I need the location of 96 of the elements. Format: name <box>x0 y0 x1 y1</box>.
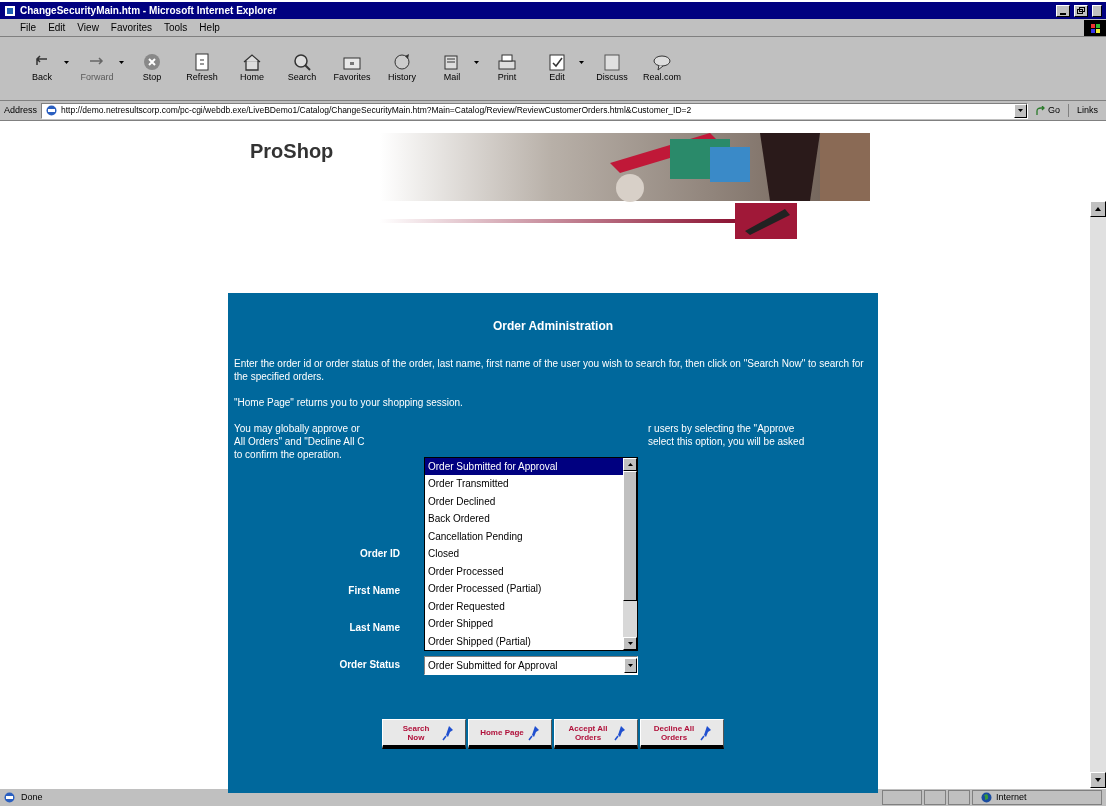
image-button[interactable]: Decline All Orders <box>640 719 724 749</box>
menu-item[interactable]: View <box>77 20 99 35</box>
scroll-down-button[interactable] <box>623 637 637 650</box>
toolbar-button[interactable]: Stop <box>130 52 174 85</box>
caret-icon <box>627 642 633 645</box>
image-button[interactable]: Accept All Orders <box>554 719 638 749</box>
toolbar-button[interactable]: Mail <box>430 52 474 85</box>
dropdown-option[interactable]: Order Declined <box>425 492 623 511</box>
scrollbar[interactable] <box>623 458 637 650</box>
caret-icon[interactable] <box>579 61 584 65</box>
toolbar-button[interactable]: Search <box>280 52 324 85</box>
caret-icon <box>1017 109 1023 112</box>
toolbar-button[interactable]: Print <box>485 52 529 85</box>
pushpin-icon <box>442 724 454 741</box>
field-label: First Name <box>348 585 400 596</box>
toolbar-button[interactable]: Real.com <box>640 52 684 85</box>
edit-icon <box>546 52 568 71</box>
dropdown-option[interactable]: Order Processed (Partial) <box>425 580 623 598</box>
dropdown-option[interactable]: Order Processed <box>425 562 623 581</box>
instructions-text: Enter the order id or order status of the order, last name, first name of the user you wish to search for, then click on "Search Now" to search for the specified orders. <box>234 357 864 383</box>
toolbar-button[interactable]: Back <box>20 52 64 85</box>
pushpin-icon <box>528 724 540 741</box>
minimize-icon <box>1060 12 1066 16</box>
dropdown-option[interactable]: Back Ordered <box>425 510 623 528</box>
instructions-text: All Orders" and "Decline All C <box>234 435 366 448</box>
dropdown-button[interactable] <box>624 658 637 673</box>
logo-text: ProShop <box>250 139 334 164</box>
security-zone-text: Internet <box>996 790 1027 804</box>
restore-icon <box>1077 7 1085 14</box>
links-button[interactable]: Links <box>1068 103 1102 118</box>
status-text: Done <box>20 790 44 804</box>
caret-icon[interactable] <box>64 61 69 65</box>
scroll-up-button[interactable] <box>1090 201 1106 217</box>
browser-icon <box>4 4 16 17</box>
dropdown-option[interactable]: Order Shipped <box>425 615 623 633</box>
home-icon <box>241 52 263 71</box>
status-pane <box>882 790 922 805</box>
caret-icon <box>1095 207 1101 211</box>
stop-icon <box>141 52 163 71</box>
instructions-text: You may globally approve or <box>234 422 361 435</box>
instructions-text: to confirm the operation. <box>234 448 343 461</box>
pushpin-icon <box>700 724 712 741</box>
dropdown-button[interactable] <box>1013 103 1027 118</box>
menu-item[interactable]: Tools <box>164 20 188 35</box>
toolbar-button[interactable]: History <box>380 52 424 85</box>
pushpin-icon <box>614 724 626 741</box>
field-label: Last Name <box>349 622 400 633</box>
menu-item[interactable]: Help <box>199 20 220 35</box>
address-field[interactable]: http://demo.netresultscorp.com/pc-cgi/webdb.exe/LiveBDemo1/Catalog/ChangeSecurityMain.htm?Main=Catalog/Review/ReviewCustomerOrders.html&Customer_ID=2 <box>41 102 1028 119</box>
dropdown-option[interactable]: Order Submitted for Approval <box>425 458 623 476</box>
menu-item[interactable]: Favorites <box>110 20 152 35</box>
window-title: ChangeSecurityMain.htm - Microsoft Internet Explorer <box>20 4 278 18</box>
globe-icon <box>981 792 992 803</box>
close-button[interactable] <box>1092 4 1102 17</box>
globe-icon <box>391 52 413 71</box>
address-label: Address <box>4 103 38 117</box>
caret-icon <box>627 463 633 466</box>
document-icon <box>601 52 623 71</box>
dropdown-option[interactable]: Order Requested <box>425 597 623 616</box>
menu-item[interactable]: File <box>20 20 37 35</box>
scroll-down-button[interactable] <box>1090 772 1106 788</box>
field-label: Order ID <box>360 548 400 559</box>
instructions-text: r users by selecting the "Approve <box>648 422 795 435</box>
panel-title: Order Administration <box>491 318 615 335</box>
speech-bubble-icon <box>651 52 673 71</box>
caret-icon <box>1095 778 1101 782</box>
toolbar-button[interactable]: Home <box>230 52 274 85</box>
field-label: Order Status <box>339 659 400 670</box>
dropdown-option[interactable]: Order Transmitted <box>425 475 623 493</box>
scroll-up-button[interactable] <box>623 458 637 471</box>
dropdown-option[interactable]: Cancellation Pending <box>425 527 623 546</box>
order-status-select[interactable]: Order Submitted for Approval <box>424 656 638 675</box>
go-button[interactable]: Go <box>1031 103 1064 118</box>
dropdown-option[interactable]: Order Shipped (Partial) <box>425 632 623 650</box>
caret-icon <box>628 664 633 667</box>
image-button[interactable]: Home Page <box>468 719 552 749</box>
instructions-text: "Home Page" returns you to your shopping session. <box>234 396 464 409</box>
image-button[interactable]: Search Now <box>382 719 466 749</box>
scrollbar[interactable] <box>1090 201 1106 788</box>
search-icon <box>291 52 313 71</box>
status-pane <box>948 790 970 805</box>
arrow-icon <box>1035 105 1046 116</box>
toolbar-button[interactable]: Refresh <box>180 52 224 85</box>
status-pane <box>924 790 946 805</box>
toolbar-button[interactable]: Edit <box>535 52 579 85</box>
windows-logo-icon <box>1084 19 1106 36</box>
dropdown-option[interactable]: Closed <box>425 545 623 563</box>
menu-item[interactable]: Edit <box>48 20 66 35</box>
instructions-text: select this option, you will be asked <box>648 435 805 448</box>
printer-icon <box>496 52 518 71</box>
maximize-button[interactable] <box>1074 4 1088 17</box>
minimize-button[interactable] <box>1056 4 1070 17</box>
toolbar-button[interactable]: Discuss <box>590 52 634 85</box>
scroll-thumb[interactable] <box>623 471 637 601</box>
toolbar-button[interactable]: Favorites <box>330 52 374 85</box>
caret-icon[interactable] <box>474 61 479 65</box>
